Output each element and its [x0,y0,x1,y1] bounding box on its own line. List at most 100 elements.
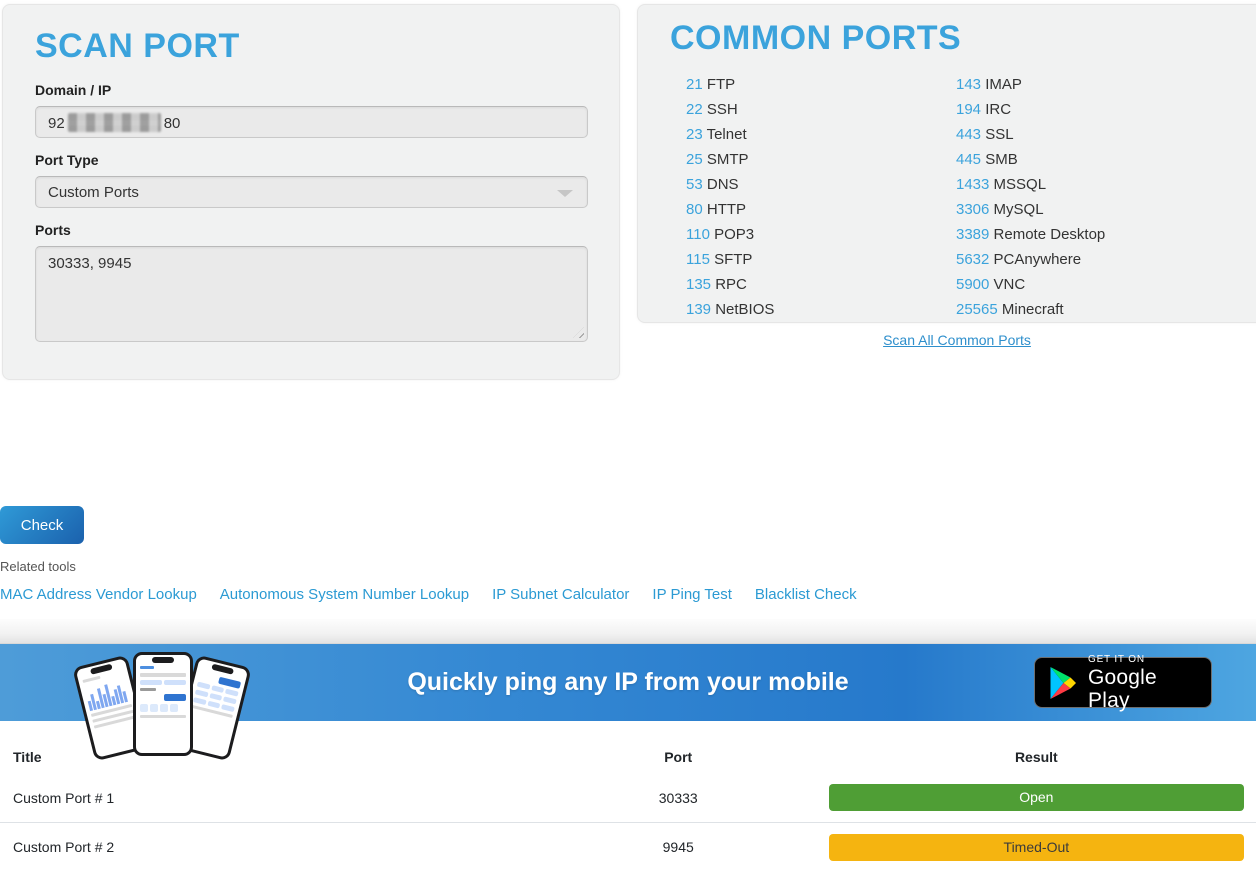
port-number-link[interactable]: 53 [686,176,703,193]
common-port-item: 143 IMAP [956,72,1226,97]
common-ports-title: COMMON PORTS [670,19,1244,58]
port-number-link[interactable]: 21 [686,76,703,93]
common-ports-panel: COMMON PORTS 21 FTP 22 SSH 23 Telnet 25 … [637,4,1256,323]
result-port: 30333 [578,790,779,806]
common-port-item: 25565 Minecraft [956,297,1226,322]
header-port: Port [578,749,779,765]
link-asn-lookup[interactable]: Autonomous System Number Lookup [220,586,469,603]
ports-value: 30333, 9945 [48,255,131,272]
resize-grip-icon[interactable] [573,327,584,338]
port-number-link[interactable]: 110 [686,226,710,243]
section-divider [0,619,1256,644]
common-port-item: 21 FTP [686,72,956,97]
port-service-name: VNC [994,276,1026,293]
common-port-item: 115 SFTP [686,247,956,272]
result-port: 9945 [578,839,779,855]
status-badge-timed-out: Timed-Out [829,834,1244,861]
port-number-link[interactable]: 5900 [956,276,989,293]
port-service-name: IMAP [985,76,1022,93]
related-tools-label: Related tools [0,559,1256,574]
port-number-link[interactable]: 25 [686,151,703,168]
port-service-name: POP3 [714,226,754,243]
port-service-name: SSH [707,101,738,118]
google-play-badge[interactable]: GET IT ON Google Play [1034,657,1212,708]
port-service-name: FTP [707,76,735,93]
link-mac-address-vendor-lookup[interactable]: MAC Address Vendor Lookup [0,586,197,603]
ports-textarea[interactable]: 30333, 9945 [35,246,588,342]
common-port-item: 110 POP3 [686,222,956,247]
port-service-name: SMTP [707,151,749,168]
link-ip-subnet-calculator[interactable]: IP Subnet Calculator [492,586,629,603]
common-port-item: 1433 MSSQL [956,172,1226,197]
port-service-name: SSL [985,126,1013,143]
port-number-link[interactable]: 139 [686,301,711,318]
port-number-link[interactable]: 25565 [956,301,998,318]
port-service-name: SMB [985,151,1018,168]
domain-ip-value-suffix: 80 [164,115,181,132]
port-service-name: MySQL [994,201,1044,218]
common-port-item: 5632 PCAnywhere [956,247,1226,272]
port-service-name: RPC [715,276,747,293]
port-number-link[interactable]: 194 [956,101,981,118]
related-tools-links: MAC Address Vendor Lookup Autonomous Sys… [0,586,1256,603]
common-port-item: 443 SSL [956,122,1226,147]
port-number-link[interactable]: 5632 [956,251,989,268]
port-number-link[interactable]: 22 [686,101,703,118]
port-service-name: NetBIOS [715,301,774,318]
scan-port-panel: SCAN PORT Domain / IP 9280 Port Type Cus… [2,4,620,380]
port-service-name: MSSQL [994,176,1047,193]
port-number-link[interactable]: 23 [686,126,703,143]
google-play-icon [1049,667,1077,699]
common-port-item: 25 SMTP [686,147,956,172]
port-service-name: SFTP [714,251,752,268]
google-play-label: Google Play [1088,666,1197,712]
phone-mockups-image [83,650,243,730]
port-type-label: Port Type [35,152,587,168]
link-ip-ping-test[interactable]: IP Ping Test [652,586,732,603]
google-play-text: GET IT ON Google Play [1088,654,1197,712]
domain-ip-label: Domain / IP [35,82,587,98]
common-port-item: 80 HTTP [686,197,956,222]
ports-label: Ports [35,222,587,238]
port-service-name: PCAnywhere [994,251,1082,268]
port-number-link[interactable]: 80 [686,201,703,218]
common-port-item: 22 SSH [686,97,956,122]
port-service-name: Minecraft [1002,301,1064,318]
top-section: SCAN PORT Domain / IP 9280 Port Type Cus… [2,4,1256,380]
scan-all-common-ports-link[interactable]: Scan All Common Ports [883,332,1031,348]
common-port-item: 3389 Remote Desktop [956,222,1226,247]
domain-ip-value-prefix: 92 [48,115,65,132]
port-number-link[interactable]: 443 [956,126,981,143]
mobile-app-banner: Quickly ping any IP from your mobile GET… [0,644,1256,721]
port-type-selected-value: Custom Ports [48,184,139,201]
port-number-link[interactable]: 3306 [956,201,989,218]
port-service-name: Telnet [707,126,747,143]
common-port-item: 139 NetBIOS [686,297,956,322]
redacted-ip-blur [68,113,161,132]
port-number-link[interactable]: 3389 [956,226,989,243]
common-ports-column-1: 21 FTP 22 SSH 23 Telnet 25 SMTP 53 DNS 8… [686,72,956,322]
link-blacklist-check[interactable]: Blacklist Check [755,586,857,603]
status-badge-open: Open [829,784,1244,811]
port-number-link[interactable]: 135 [686,276,711,293]
scan-results-table: Title Port Result Custom Port # 1 30333 … [0,740,1256,871]
port-service-name: IRC [985,101,1011,118]
port-number-link[interactable]: 115 [686,251,710,268]
header-title: Title [0,749,578,765]
port-number-link[interactable]: 143 [956,76,981,93]
check-button[interactable]: Check [0,506,84,544]
common-port-item: 5900 VNC [956,272,1226,297]
table-row: Custom Port # 2 9945 Timed-Out [0,822,1256,871]
common-port-item: 194 IRC [956,97,1226,122]
header-result: Result [779,749,1256,765]
port-number-link[interactable]: 445 [956,151,981,168]
domain-ip-input[interactable]: 92 80 [35,106,588,138]
port-type-select[interactable]: Custom Ports [35,176,588,208]
port-service-name: Remote Desktop [994,226,1106,243]
common-ports-section: COMMON PORTS 21 FTP 22 SSH 23 Telnet 25 … [637,4,1256,380]
result-title: Custom Port # 1 [0,790,578,806]
port-number-link[interactable]: 1433 [956,176,989,193]
common-port-item: 53 DNS [686,172,956,197]
common-ports-column-2: 143 IMAP 194 IRC 443 SSL 445 SMB 1433 MS… [956,72,1226,322]
port-service-name: DNS [707,176,739,193]
